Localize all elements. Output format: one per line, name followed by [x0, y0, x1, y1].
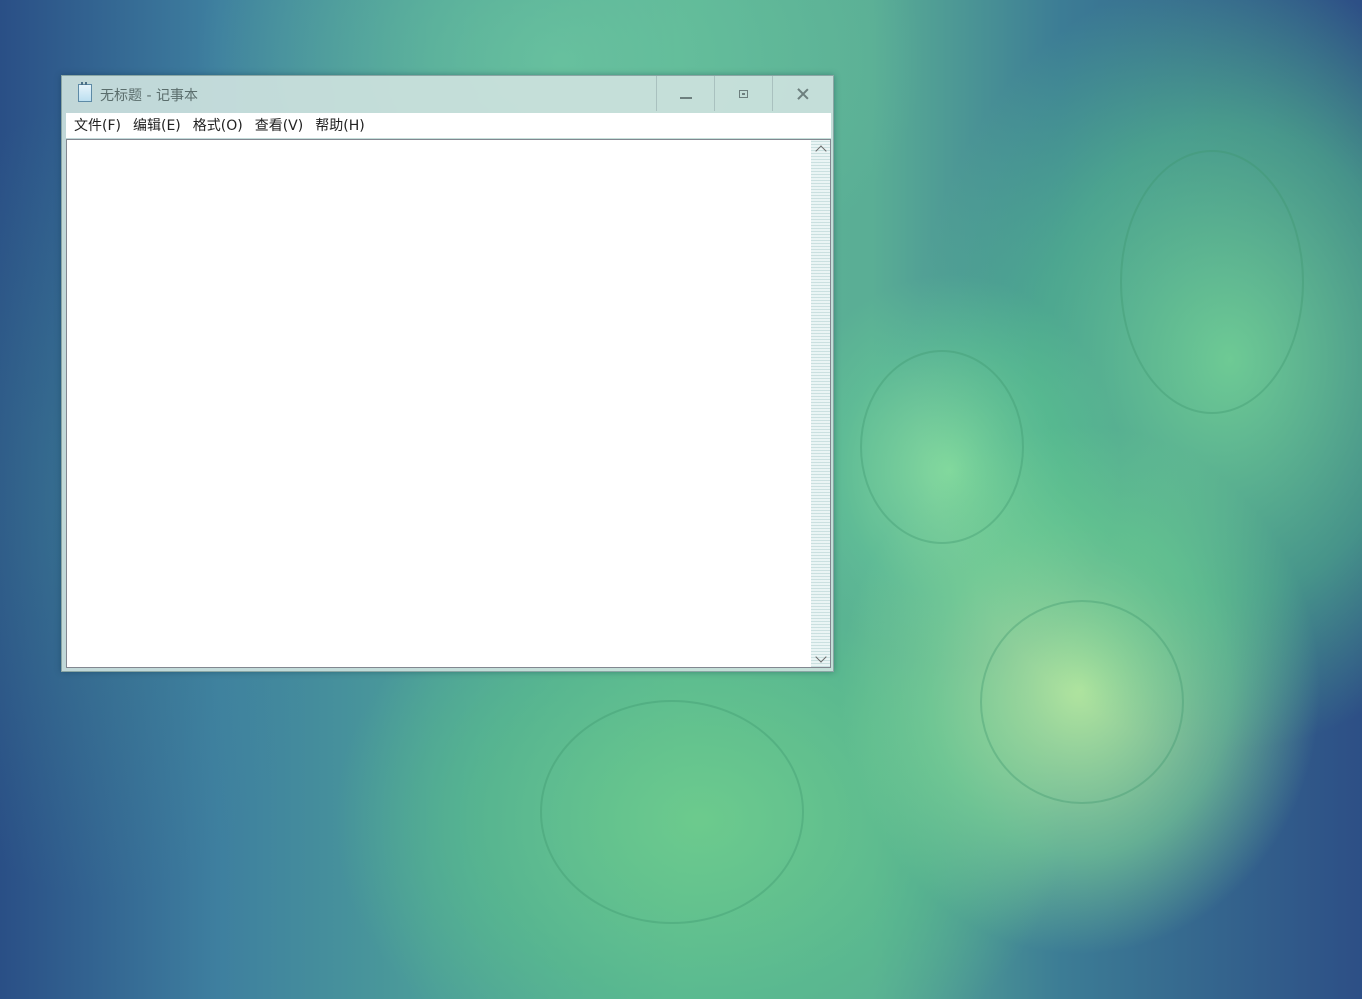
wallpaper-leaf-detail: [1120, 150, 1304, 414]
menu-file[interactable]: 文件(F): [69, 115, 128, 137]
title-bar[interactable]: 无标题 - 记事本: [62, 76, 833, 112]
wallpaper-leaf-detail: [860, 350, 1024, 544]
menu-help[interactable]: 帮助(H): [310, 115, 371, 137]
text-editor[interactable]: [67, 140, 811, 667]
editor-frame: [66, 139, 831, 668]
wallpaper-leaf-detail: [980, 600, 1184, 804]
notepad-window[interactable]: 无标题 - 记事本 文件(F) 编辑(E) 格式(O) 查看(V) 帮助(H): [61, 75, 834, 672]
caption-buttons: [656, 76, 832, 112]
maximize-button[interactable]: [714, 76, 772, 111]
wallpaper-leaf-detail: [540, 700, 804, 924]
menu-edit[interactable]: 编辑(E): [128, 115, 188, 137]
menu-bar: 文件(F) 编辑(E) 格式(O) 查看(V) 帮助(H): [66, 113, 831, 138]
vertical-scrollbar[interactable]: [811, 140, 830, 667]
close-icon: [797, 88, 809, 100]
menu-view[interactable]: 查看(V): [250, 115, 311, 137]
minimize-icon: [679, 96, 692, 99]
close-button[interactable]: [772, 76, 832, 111]
maximize-icon: [739, 89, 748, 98]
scroll-up-button[interactable]: [811, 140, 830, 157]
notepad-icon[interactable]: [78, 82, 92, 102]
menu-format[interactable]: 格式(O): [188, 115, 250, 137]
chevron-down-icon: [814, 650, 827, 663]
window-title: 无标题 - 记事本: [100, 88, 198, 104]
minimize-button[interactable]: [656, 76, 714, 111]
chevron-up-icon: [814, 144, 827, 157]
scroll-down-button[interactable]: [811, 650, 830, 667]
